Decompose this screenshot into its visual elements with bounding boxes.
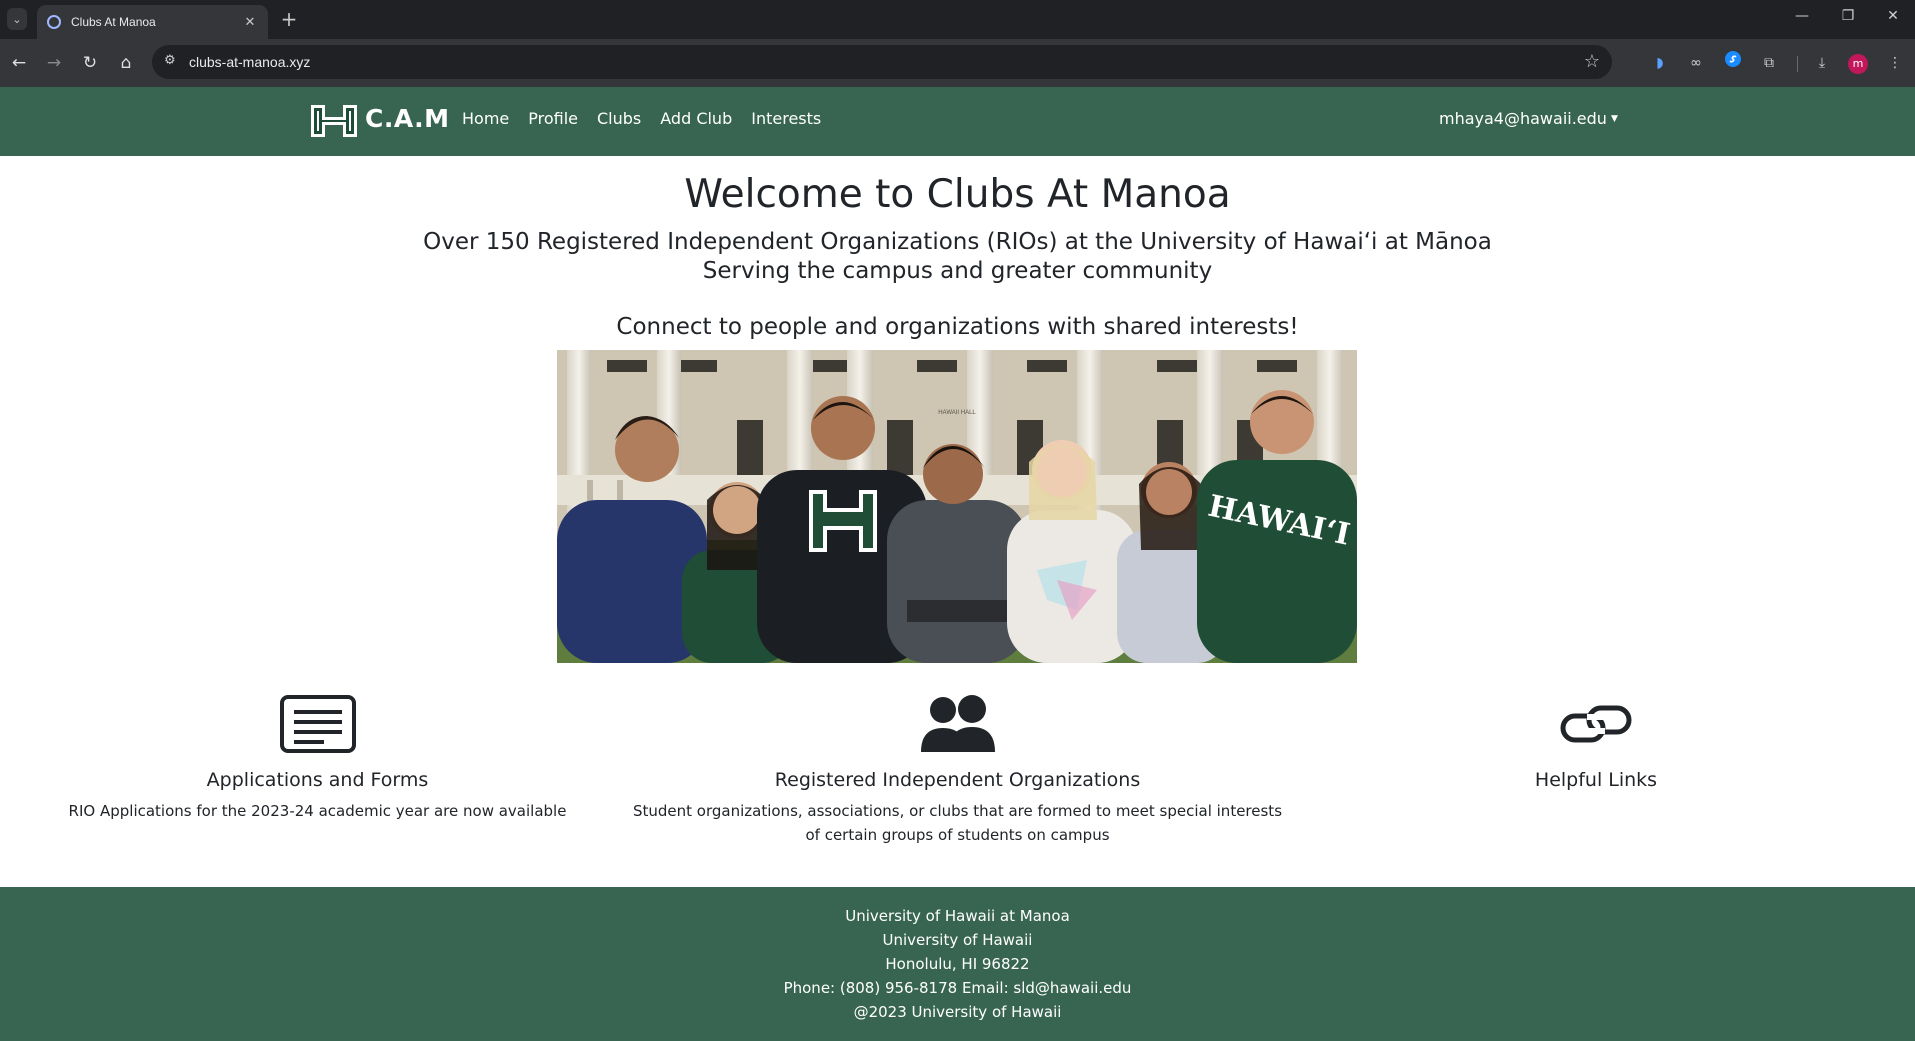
footer-line-copyright: @2023 University of Hawaii [853, 1003, 1062, 1021]
nav-link-home[interactable]: Home [462, 109, 509, 128]
nav-links: Home Profile Clubs Add Club Interests [462, 109, 821, 128]
address-bar[interactable]: ⚙ clubs-at-manoa.xyz ☆ [152, 45, 1612, 79]
back-arrow-icon[interactable]: ← [7, 51, 31, 75]
browser-tabstrip: ⌄ Clubs At Manoa ✕ + — ❐ ✕ [0, 0, 1915, 39]
hero-tagline: Connect to people and organizations with… [616, 314, 1299, 340]
hero-subtitle-line1: Over 150 Registered Independent Organiza… [423, 229, 1492, 255]
feature-text-applications: RIO Applications for the 2023-24 academi… [68, 802, 567, 820]
feature-applications: Applications and Forms RIO Applications … [60, 694, 575, 823]
extensions-puzzle-icon[interactable]: ⧉ [1757, 51, 1781, 75]
footer-line-campus: University of Hawaii at Manoa [845, 907, 1070, 925]
feature-rios: Registered Independent Organizations Stu… [620, 694, 1295, 847]
nav-link-profile[interactable]: Profile [528, 109, 578, 128]
site-navbar: C.A.M Home Profile Clubs Add Club Intere… [0, 87, 1915, 156]
footer-line-address: Honolulu, HI 96822 [885, 955, 1030, 973]
footer-line-university: University of Hawaii [882, 931, 1033, 949]
extension-shazam-icon[interactable] [1721, 51, 1745, 75]
user-email: mhaya4@hawaii.edu [1439, 109, 1607, 128]
close-window-icon[interactable]: ✕ [1881, 8, 1905, 24]
browser-tab-active[interactable]: Clubs At Manoa ✕ [37, 5, 268, 39]
feature-helpful-links: Helpful Links [1450, 694, 1742, 791]
site-brand[interactable]: C.A.M [365, 104, 450, 133]
nav-link-interests[interactable]: Interests [751, 109, 821, 128]
form-document-icon[interactable] [279, 694, 357, 754]
new-tab-button[interactable]: + [278, 8, 300, 30]
site-settings-icon[interactable]: ⚙ [164, 53, 176, 68]
browser-toolbar: ← → ↻ ⌂ ⚙ clubs-at-manoa.xyz ☆ ◗ ∞ ⧉ ⤓ m… [0, 39, 1915, 87]
url-text[interactable]: clubs-at-manoa.xyz [189, 54, 310, 70]
feature-text-rios-line2: of certain groups of students on campus [805, 826, 1110, 844]
home-icon[interactable]: ⌂ [114, 51, 138, 75]
nav-link-clubs[interactable]: Clubs [597, 109, 641, 128]
students-group-photo: HAWAII HALL HAWAIʻI [557, 350, 1357, 663]
page-title: Welcome to Clubs At Manoa [684, 172, 1231, 217]
tab-title: Clubs At Manoa [71, 15, 156, 29]
extension-audio-icon[interactable]: ◗ [1648, 51, 1672, 75]
site-footer: University of Hawaii at Manoa University… [0, 887, 1915, 1041]
restore-window-icon[interactable]: ❐ [1836, 8, 1860, 24]
downloads-icon[interactable]: ⤓ [1810, 51, 1834, 75]
building-sign: HAWAII HALL [938, 410, 976, 416]
browser-menu-icon[interactable]: ⋮ [1883, 51, 1907, 75]
feature-text-rios-line1: Student organizations, associations, or … [632, 802, 1283, 820]
minimize-window-icon[interactable]: — [1790, 8, 1814, 24]
profile-avatar[interactable]: m [1848, 54, 1868, 74]
reload-icon[interactable]: ↻ [78, 51, 102, 75]
feature-title-rios[interactable]: Registered Independent Organizations [620, 769, 1295, 791]
bookmark-star-icon[interactable]: ☆ [1584, 51, 1600, 72]
feature-title-applications[interactable]: Applications and Forms [60, 769, 575, 791]
tab-favicon-icon [47, 15, 61, 29]
people-group-icon[interactable] [919, 694, 997, 754]
toolbar-divider [1797, 56, 1798, 72]
footer-line-contact: Phone: (808) 956-8178 Email: sld@hawaii.… [783, 979, 1132, 997]
extension-glasses-icon[interactable]: ∞ [1684, 51, 1708, 75]
forward-arrow-icon[interactable]: → [42, 51, 66, 75]
hero-subtitle-line2: Serving the campus and greater community [702, 258, 1213, 284]
link-icon[interactable] [1557, 694, 1635, 754]
tab-search-button[interactable]: ⌄ [7, 8, 27, 30]
close-tab-icon[interactable]: ✕ [242, 15, 258, 30]
feature-title-helpful-links[interactable]: Helpful Links [1450, 769, 1742, 791]
hawaii-h-logo-icon[interactable] [309, 101, 359, 141]
nav-link-add-club[interactable]: Add Club [660, 109, 732, 128]
caret-down-icon: ▼ [1610, 113, 1618, 124]
user-dropdown[interactable]: mhaya4@hawaii.edu ▼ [1439, 109, 1618, 128]
